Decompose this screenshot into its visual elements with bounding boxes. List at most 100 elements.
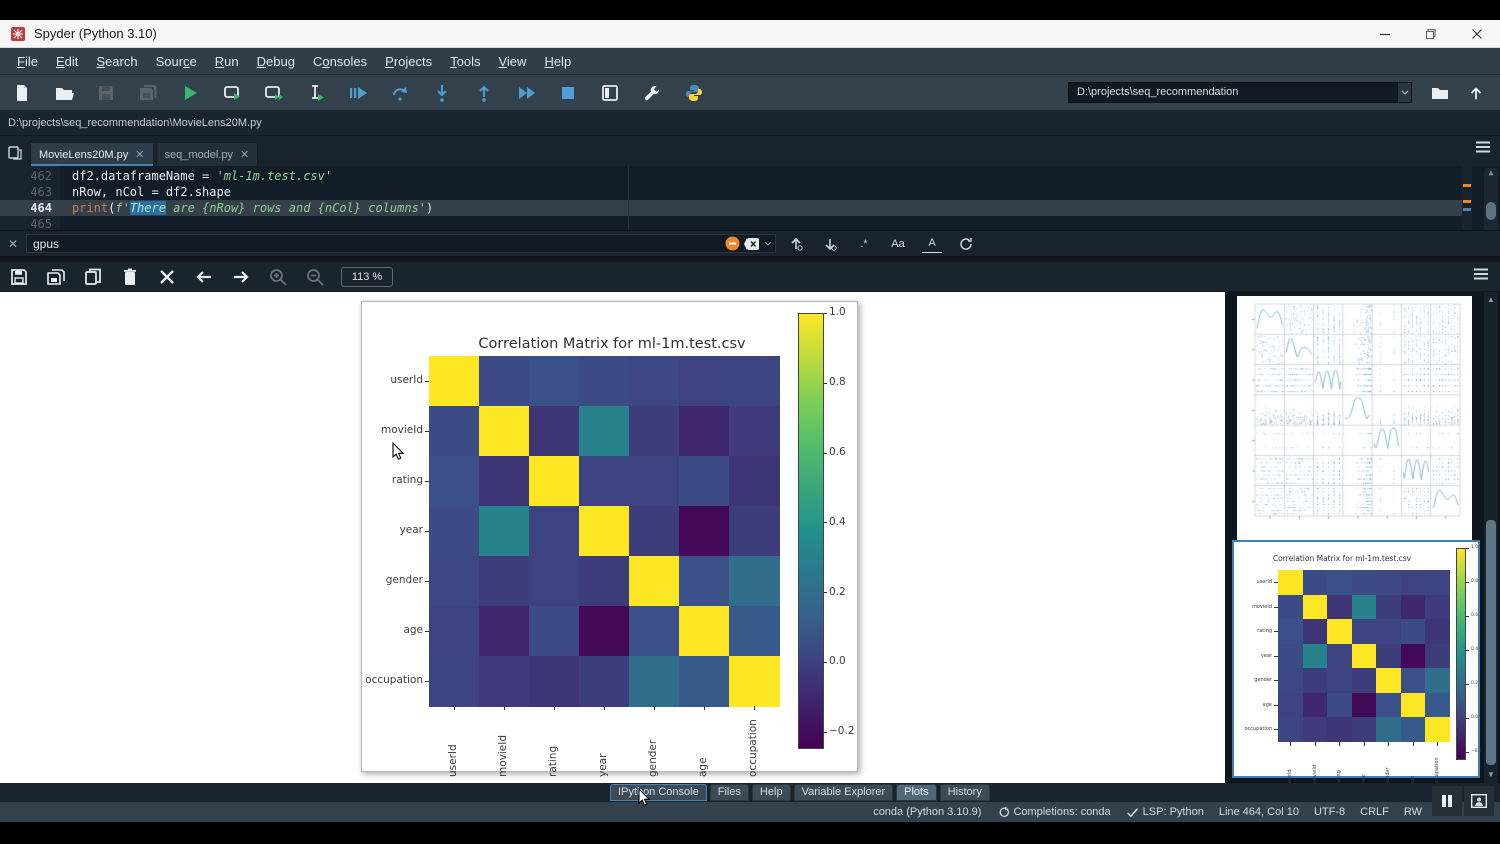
x-axis-label: age xyxy=(697,713,709,777)
menu-source[interactable]: Source xyxy=(147,50,206,73)
pane-tab-variable-explorer[interactable]: Variable Explorer xyxy=(794,784,894,801)
search-input[interactable] xyxy=(27,235,667,253)
stop-button[interactable] xyxy=(556,80,580,106)
plot-zoom-level[interactable]: 113 % xyxy=(341,267,393,287)
x-axis-label: movieId xyxy=(1312,749,1318,785)
screen-share-icon[interactable] xyxy=(1464,786,1494,816)
working-directory-combo[interactable]: D:\projects\seq_recommendation xyxy=(1068,82,1412,103)
editor-scrollbar-thumb[interactable] xyxy=(1486,202,1496,220)
browse-tabs-button[interactable] xyxy=(0,140,30,166)
new-file-button[interactable] xyxy=(10,80,34,106)
continue-button[interactable] xyxy=(514,80,538,106)
correlation-matrix-thumbnail[interactable]: Correlation Matrix for ml-1m.test.csvuse… xyxy=(1232,540,1480,778)
close-tab-icon[interactable]: ✕ xyxy=(135,148,144,161)
correlation-matrix-figure[interactable]: Correlation Matrix for ml-1m.test.csv us… xyxy=(361,301,858,772)
close-tab-icon[interactable]: ✕ xyxy=(240,148,249,161)
run-file-button[interactable] xyxy=(178,80,202,106)
whole-words-toggle-icon[interactable]: A xyxy=(922,235,942,253)
menu-edit[interactable]: Edit xyxy=(47,50,87,73)
menu-run[interactable]: Run xyxy=(206,50,248,73)
menu-view[interactable]: View xyxy=(489,50,535,73)
status-lsp: LSP: Python xyxy=(1126,806,1204,819)
refresh-icon xyxy=(996,806,1009,819)
restore-button[interactable] xyxy=(1408,20,1454,48)
previous-plot-button[interactable] xyxy=(193,266,215,288)
thumbnails-scrollbar[interactable]: ▲ ▼ xyxy=(1484,292,1498,783)
editor-tab-movielens20m-py[interactable]: MovieLens20M.py✕ xyxy=(30,142,154,166)
find-previous-icon[interactable] xyxy=(786,235,806,253)
run-cell-advance-button[interactable] xyxy=(262,80,286,106)
heatmap-cell-year-occupation xyxy=(1425,644,1450,669)
menu-file[interactable]: File xyxy=(8,50,47,73)
code-line-463[interactable]: 463nRow, nCol = df2.shape xyxy=(0,184,1470,200)
step-into-button[interactable] xyxy=(430,80,454,106)
editor-options-menu-icon[interactable] xyxy=(1474,140,1492,154)
menu-consoles[interactable]: Consoles xyxy=(304,50,376,73)
search-field[interactable] xyxy=(26,234,776,253)
heatmap-cell-gender-userId xyxy=(429,556,480,607)
clear-search-icon[interactable] xyxy=(744,237,760,251)
next-plot-button[interactable] xyxy=(230,266,252,288)
heatmap-cell-userId-age xyxy=(1401,570,1426,595)
step-return-button[interactable] xyxy=(472,80,496,106)
code-line-464[interactable]: 464print(f'There are {nRow} rows and {nC… xyxy=(0,200,1470,216)
heatmap-cell-occupation-userId xyxy=(1278,717,1303,742)
close-search-icon[interactable]: ✕ xyxy=(0,237,26,251)
run-current-line-button[interactable] xyxy=(388,80,412,106)
menu-search[interactable]: Search xyxy=(87,50,146,73)
menu-debug[interactable]: Debug xyxy=(248,50,304,73)
heatmap-cell-rating-userId xyxy=(429,456,480,507)
remove-all-plots-button[interactable] xyxy=(156,266,178,288)
pane-tab-history[interactable]: History xyxy=(940,784,990,801)
scatter-matrix-thumbnail[interactable] xyxy=(1237,296,1472,540)
code-line-462[interactable]: 462df2.dataframeName = 'ml-1m.test.csv' xyxy=(0,168,1470,184)
close-button[interactable] xyxy=(1454,20,1500,48)
code-editor[interactable]: 462df2.dataframeName = 'ml-1m.test.csv'4… xyxy=(0,166,1500,230)
find-next-icon[interactable] xyxy=(820,235,840,253)
parent-directory-button[interactable] xyxy=(1464,81,1488,105)
save-plot-button[interactable] xyxy=(8,266,30,288)
plots-options-menu-icon[interactable] xyxy=(1472,267,1490,281)
minimize-button[interactable] xyxy=(1362,20,1408,48)
find-replace-icon[interactable] xyxy=(956,235,976,253)
heatmap-cell-userId-year xyxy=(1352,570,1377,595)
scroll-up-icon[interactable]: ▲ xyxy=(1484,168,1498,178)
pane-tab-ipython-console[interactable]: IPython Console xyxy=(610,784,707,801)
heatmap-cell-gender-occupation xyxy=(729,556,780,607)
thumbnails-scrollbar-thumb[interactable] xyxy=(1486,520,1496,765)
working-directory-value[interactable]: D:\projects\seq_recommendation xyxy=(1068,82,1398,103)
menu-tools[interactable]: Tools xyxy=(441,50,489,73)
debug-file-button[interactable] xyxy=(346,80,370,106)
open-file-button[interactable] xyxy=(52,80,76,106)
code-line-465[interactable]: 465 xyxy=(0,216,1470,230)
browse-directory-button[interactable] xyxy=(1428,81,1452,105)
pane-tab-plots[interactable]: Plots xyxy=(896,784,936,801)
preferences-button[interactable] xyxy=(640,80,664,106)
menu-projects[interactable]: Projects xyxy=(376,50,441,73)
editor-tab-seq-model-py[interactable]: seq_model.py✕ xyxy=(156,142,259,166)
save-all-plots-button[interactable] xyxy=(45,266,67,288)
heatmap-cell-year-userId xyxy=(429,506,480,557)
remove-plot-button[interactable] xyxy=(119,266,141,288)
editor-scrollbar[interactable]: ▲ ▼ xyxy=(1484,168,1498,230)
heatmap-cell-occupation-occupation xyxy=(1425,717,1450,742)
pane-tab-files[interactable]: Files xyxy=(710,784,749,801)
x-axis-label: movieId xyxy=(497,713,509,777)
menu-help[interactable]: Help xyxy=(535,50,580,73)
regex-toggle-icon[interactable]: .* xyxy=(854,235,874,253)
maximize-pane-button[interactable] xyxy=(598,80,622,106)
chevron-down-icon[interactable] xyxy=(1398,82,1412,103)
pause-icon[interactable] xyxy=(1432,786,1462,816)
run-cell-button[interactable] xyxy=(220,80,244,106)
copy-plot-button[interactable] xyxy=(82,266,104,288)
pane-tab-help[interactable]: Help xyxy=(752,784,791,801)
run-selection-button[interactable] xyxy=(304,80,328,106)
scroll-up-icon[interactable]: ▲ xyxy=(1484,294,1498,306)
heatmap-cell-age-rating xyxy=(529,606,580,657)
find-toolbar: ✕ .* Aa A xyxy=(0,230,1500,256)
chevron-down-icon[interactable] xyxy=(764,241,772,247)
pythonpath-button[interactable] xyxy=(682,80,706,106)
heatmap-cell-year-rating xyxy=(529,506,580,557)
match-case-toggle-icon[interactable]: Aa xyxy=(888,235,908,253)
scroll-down-icon[interactable]: ▼ xyxy=(1484,769,1498,781)
